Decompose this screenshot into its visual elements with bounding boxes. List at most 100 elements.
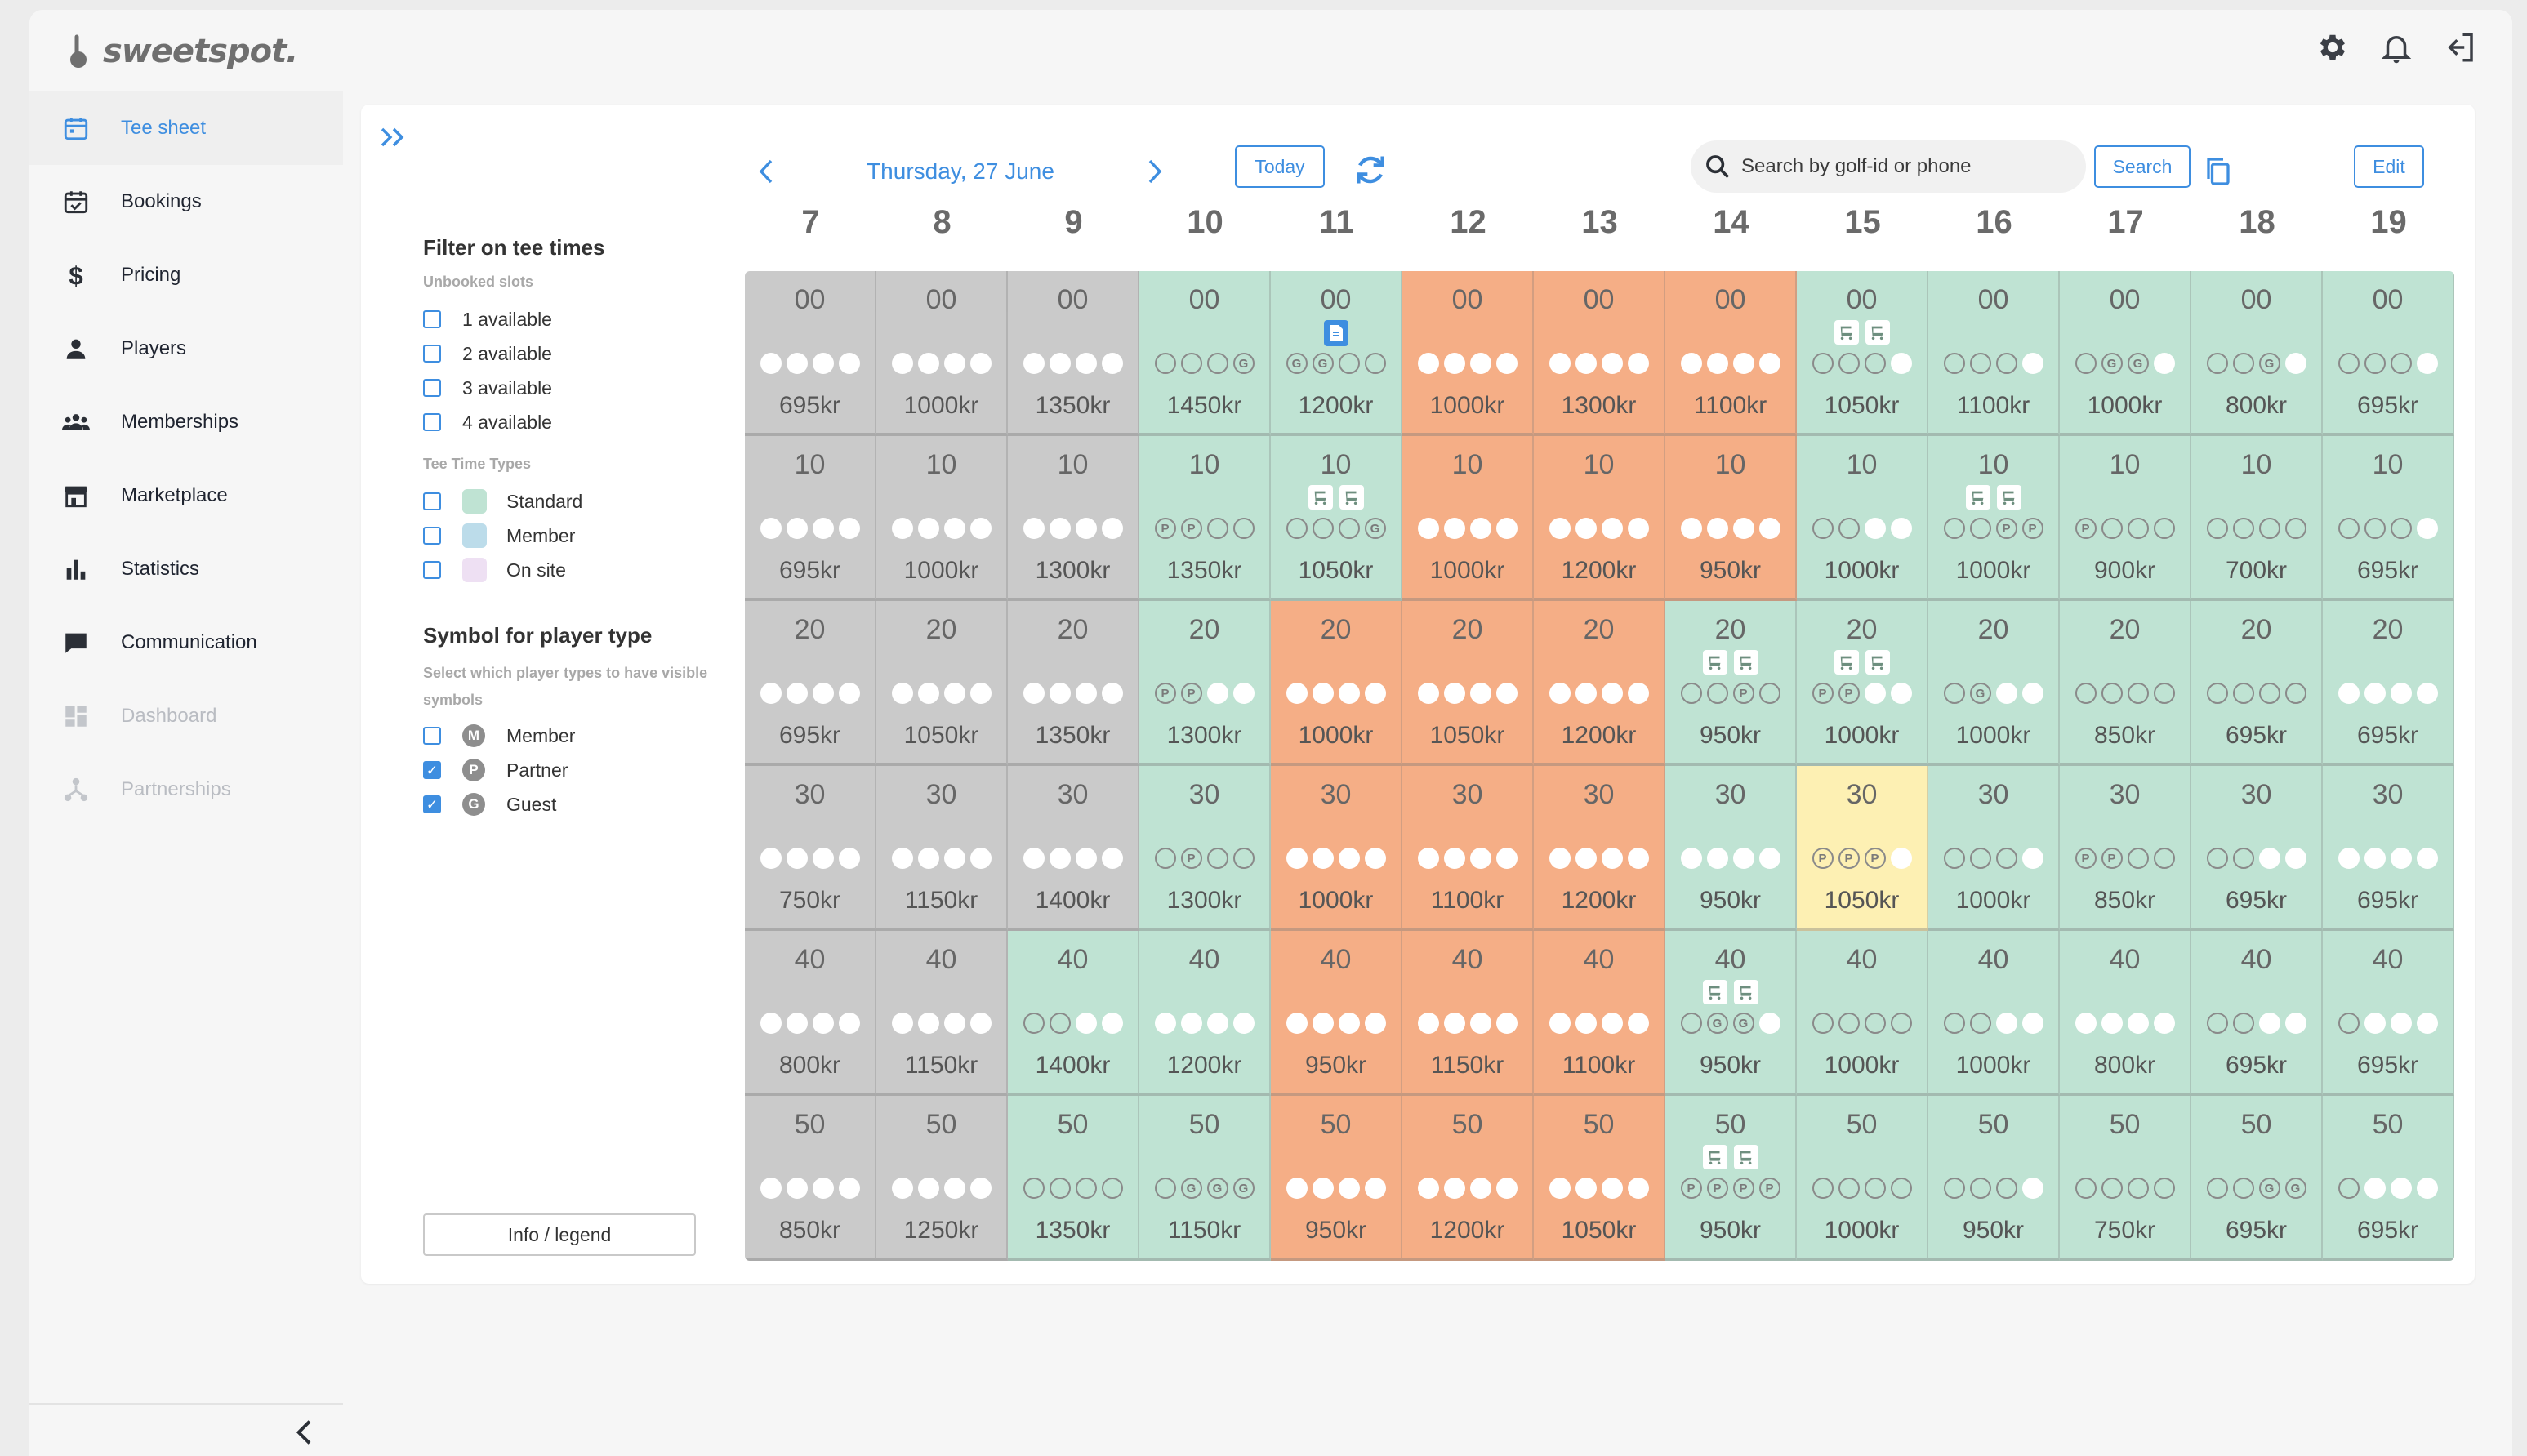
filter-option[interactable]: 4 available (423, 405, 725, 439)
search-input[interactable] (1741, 155, 2068, 178)
symbol-option[interactable]: P Partner (423, 753, 725, 787)
tee-time-slot[interactable]: 50 950kr (1271, 1096, 1402, 1261)
tee-time-slot[interactable]: 30 1000kr (1271, 766, 1402, 931)
expand-filters-button[interactable] (377, 122, 412, 152)
checkbox[interactable] (423, 379, 441, 397)
tee-time-slot[interactable]: 10 P P 1350kr (1139, 436, 1271, 601)
tee-time-slot[interactable]: 40 1150kr (1402, 931, 1534, 1096)
tee-time-slot[interactable]: 00 1350kr (1008, 271, 1139, 436)
filter-option[interactable]: 2 available (423, 336, 725, 371)
tee-time-slot[interactable]: 40 G G 950kr (1665, 931, 1797, 1096)
tee-time-slot[interactable]: 20 695kr (2191, 601, 2323, 766)
tee-time-slot[interactable]: 10 P 900kr (2060, 436, 2191, 601)
tee-type-option[interactable]: Standard (423, 484, 725, 519)
tee-time-slot[interactable]: 40 1100kr (1534, 931, 1665, 1096)
tee-time-slot[interactable]: 30 695kr (2323, 766, 2454, 931)
tee-time-slot[interactable]: 50 1200kr (1402, 1096, 1534, 1261)
tee-time-slot[interactable]: 20 1200kr (1534, 601, 1665, 766)
current-date[interactable]: Thursday, 27 June (782, 158, 1139, 185)
tee-time-slot[interactable]: 00 1050kr (1797, 271, 1928, 436)
tee-time-slot[interactable]: 30 695kr (2191, 766, 2323, 931)
tee-time-slot[interactable]: 00 695kr (2323, 271, 2454, 436)
tee-time-slot[interactable]: 50 1050kr (1534, 1096, 1665, 1261)
today-button[interactable]: Today (1235, 145, 1325, 188)
filter-option[interactable]: 3 available (423, 371, 725, 405)
collapse-sidebar-button[interactable] (289, 1416, 322, 1449)
tee-type-option[interactable]: On site (423, 553, 725, 587)
tee-time-slot[interactable]: 00 G G 1000kr (2060, 271, 2191, 436)
tee-type-option[interactable]: Member (423, 519, 725, 553)
symbol-option[interactable]: M Member (423, 719, 725, 753)
tee-time-slot[interactable]: 20 P P 1000kr (1797, 601, 1928, 766)
tee-time-slot[interactable]: 50 1350kr (1008, 1096, 1139, 1261)
tee-time-slot[interactable]: 30 750kr (745, 766, 876, 931)
checkbox[interactable] (423, 727, 441, 745)
tee-time-slot[interactable]: 40 1200kr (1139, 931, 1271, 1096)
checkbox[interactable] (423, 561, 441, 579)
tee-time-slot[interactable]: 40 695kr (2191, 931, 2323, 1096)
sidebar-item-dashboard[interactable]: Dashboard (29, 679, 343, 753)
tee-time-slot[interactable]: 30 1150kr (876, 766, 1008, 931)
tee-time-slot[interactable]: 20 P 950kr (1665, 601, 1797, 766)
refresh-button[interactable] (1353, 152, 1388, 188)
sidebar-item-tee-sheet[interactable]: Tee sheet (29, 91, 343, 165)
tee-time-slot[interactable]: 20 850kr (2060, 601, 2191, 766)
checkbox[interactable] (423, 492, 441, 510)
tee-time-slot[interactable]: 40 950kr (1271, 931, 1402, 1096)
tee-time-slot[interactable]: 10 1200kr (1534, 436, 1665, 601)
tee-time-slot[interactable]: 00 1000kr (1402, 271, 1534, 436)
sidebar-item-pricing[interactable]: $ Pricing (29, 238, 343, 312)
tee-time-slot[interactable]: 40 1150kr (876, 931, 1008, 1096)
tee-time-slot[interactable]: 10 695kr (2323, 436, 2454, 601)
checkbox[interactable] (423, 413, 441, 431)
tee-time-slot[interactable]: 30 1400kr (1008, 766, 1139, 931)
tee-time-slot[interactable]: 00 1100kr (1665, 271, 1797, 436)
tee-time-slot[interactable]: 40 1000kr (1797, 931, 1928, 1096)
tee-time-slot[interactable]: 40 1000kr (1928, 931, 2060, 1096)
tee-time-slot[interactable]: 50 750kr (2060, 1096, 2191, 1261)
checkbox[interactable] (423, 761, 441, 779)
tee-time-slot[interactable]: 10 1000kr (1797, 436, 1928, 601)
tee-time-slot[interactable]: 00 695kr (745, 271, 876, 436)
previous-day-button[interactable] (750, 155, 782, 188)
settings-button[interactable] (2313, 28, 2352, 67)
tee-time-slot[interactable]: 10 1000kr (1402, 436, 1534, 601)
tee-time-slot[interactable]: 50 P P P P 950kr (1665, 1096, 1797, 1261)
sidebar-item-bookings[interactable]: Bookings (29, 165, 343, 238)
edit-button[interactable]: Edit (2354, 145, 2424, 188)
sidebar-item-communication[interactable]: Communication (29, 606, 343, 679)
tee-time-slot[interactable]: 10 P P 1000kr (1928, 436, 2060, 601)
sidebar-item-memberships[interactable]: Memberships (29, 385, 343, 459)
notifications-button[interactable] (2377, 28, 2416, 67)
tee-time-slot[interactable]: 50 695kr (2323, 1096, 2454, 1261)
tee-time-slot[interactable]: 50 950kr (1928, 1096, 2060, 1261)
tee-time-slot[interactable]: 20 1350kr (1008, 601, 1139, 766)
tee-time-slot[interactable]: 50 850kr (745, 1096, 876, 1261)
tee-time-slot[interactable]: 20 695kr (745, 601, 876, 766)
tee-time-slot[interactable]: 30 950kr (1665, 766, 1797, 931)
tee-time-slot[interactable]: 40 695kr (2323, 931, 2454, 1096)
checkbox[interactable] (423, 345, 441, 363)
tee-time-slot[interactable]: 10 700kr (2191, 436, 2323, 601)
sidebar-item-partnerships[interactable]: Partnerships (29, 753, 343, 826)
tee-time-slot[interactable]: 50 G G G 1150kr (1139, 1096, 1271, 1261)
tee-time-slot[interactable]: 10 1000kr (876, 436, 1008, 601)
tee-time-slot[interactable]: 50 1000kr (1797, 1096, 1928, 1261)
tee-time-slot[interactable]: 30 P P P 1050kr (1797, 766, 1928, 931)
tee-time-slot[interactable]: 20 1000kr (1271, 601, 1402, 766)
tee-time-slot[interactable]: 00 1000kr (876, 271, 1008, 436)
tee-time-slot[interactable]: 00 1100kr (1928, 271, 2060, 436)
tee-time-slot[interactable]: 10 1300kr (1008, 436, 1139, 601)
sidebar-item-statistics[interactable]: Statistics (29, 532, 343, 606)
tee-time-slot[interactable]: 20 1050kr (876, 601, 1008, 766)
tee-time-slot[interactable]: 20 695kr (2323, 601, 2454, 766)
copy-button[interactable] (2204, 155, 2233, 188)
tee-time-slot[interactable]: 10 695kr (745, 436, 876, 601)
info-legend-button[interactable]: Info / legend (423, 1213, 696, 1256)
sidebar-item-players[interactable]: Players (29, 312, 343, 385)
filter-option[interactable]: 1 available (423, 302, 725, 336)
next-day-button[interactable] (1139, 155, 1171, 188)
search-button[interactable]: Search (2094, 145, 2191, 188)
sidebar-item-marketplace[interactable]: Marketplace (29, 459, 343, 532)
tee-time-slot[interactable]: 20 G 1000kr (1928, 601, 2060, 766)
